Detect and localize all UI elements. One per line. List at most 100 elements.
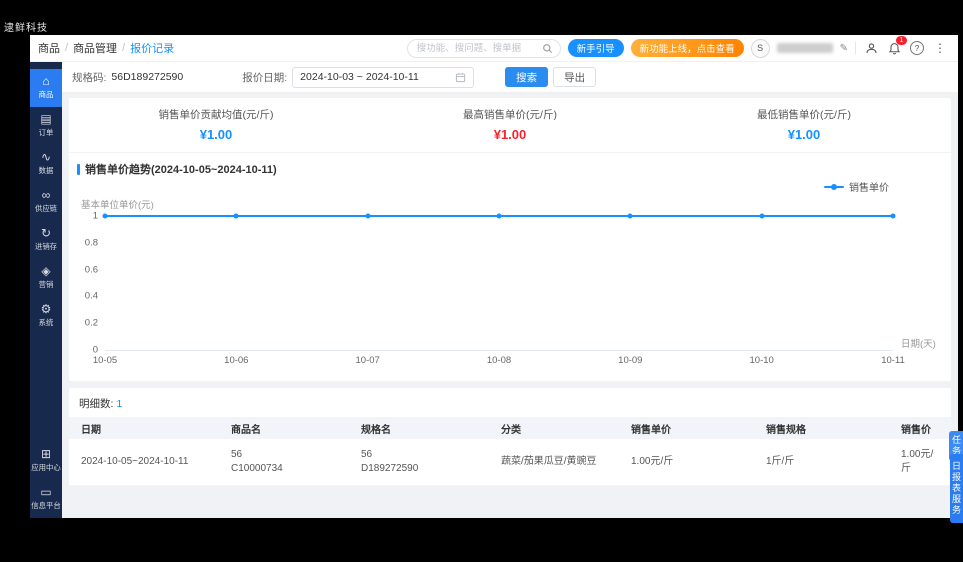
column-header: 日期 — [81, 421, 231, 436]
notification-badge: 1 — [896, 36, 907, 45]
title-accent-bar — [77, 164, 80, 175]
sidebar-item-inventory[interactable]: ↻进销存 — [30, 221, 62, 259]
orders-icon: ▤ — [40, 113, 51, 125]
detail-count-value: 1 — [116, 398, 122, 410]
sidebar-item-data[interactable]: ∿ 数据 — [30, 145, 62, 183]
date-range-input[interactable]: 2024-10-03 ~ 2024-10-11 — [292, 67, 474, 88]
table-cell: 56C10000734 — [231, 448, 361, 477]
table-row[interactable]: 2024-10-05~2024-10-1156C1000073456D18927… — [69, 439, 951, 486]
export-button[interactable]: 导出 — [553, 67, 596, 87]
sidebar-item-label: 进销存 — [35, 241, 57, 251]
data-point[interactable] — [234, 214, 239, 219]
sidebar-item-label: 系统 — [39, 317, 54, 327]
x-tick: 10-09 — [618, 355, 642, 366]
topbar-actions: 新手引导 新功能上线，点击查看 S ✎ 1 ? ⋮ — [407, 39, 948, 58]
promo-button[interactable]: 新功能上线，点击查看 — [631, 39, 744, 57]
filter-bar: 规格码: 56D189272590 报价日期: 2024-10-03 ~ 202… — [62, 62, 958, 93]
calendar-icon — [455, 72, 466, 83]
x-axis-label: 日期(天) — [901, 336, 936, 350]
detail-count-row: 明细数:1 — [69, 388, 951, 417]
table-cell: 1.00元/斤 — [631, 455, 766, 470]
avatar[interactable]: S — [751, 39, 770, 58]
edit-icon[interactable]: ✎ — [840, 43, 848, 54]
marketing-icon: ◈ — [41, 265, 50, 277]
search-button[interactable]: 搜索 — [505, 67, 548, 87]
sidebar-item-system[interactable]: ⚙ 系统 — [30, 297, 62, 335]
divider — [855, 42, 856, 54]
plot-outer: 日期(天) 00.20.40.60.81 10-0510-0610-0710-0… — [105, 216, 893, 369]
column-header: 销售单价 — [631, 421, 766, 436]
app-center-icon: ⊞ — [41, 448, 51, 460]
data-icon: ∿ — [41, 151, 51, 163]
notification-icon[interactable]: 1 — [886, 40, 902, 56]
table-cell: 2024-10-05~2024-10-11 — [81, 455, 231, 470]
sidebar-item-marketing[interactable]: ◈营销 — [30, 259, 62, 297]
sidebar-item-goods[interactable]: ⌂商品 — [30, 69, 62, 107]
table-cell: 1.00元/斤 — [901, 448, 939, 477]
more-icon[interactable]: ⋮ — [932, 40, 948, 56]
plot-area: 日期(天) 00.20.40.60.81 — [105, 216, 893, 351]
column-header: 商品名 — [231, 421, 361, 436]
topbar: 商品 / 商品管理 / 报价记录 新手引导 新功能上线，点击查看 S ✎ 1 — [30, 35, 958, 62]
date-range-value: 2024-10-03 ~ 2024-10-11 — [300, 71, 419, 83]
breadcrumb-item-goods[interactable]: 商品 — [38, 40, 60, 56]
legend-line-icon — [824, 186, 844, 188]
breadcrumb-separator: / — [65, 42, 68, 54]
stat-label: 最低销售单价(元/斤) — [657, 107, 951, 122]
system-icon: ⚙ — [41, 303, 52, 315]
x-tick: 10-10 — [750, 355, 774, 366]
sidebar-item-label: 应用中心 — [31, 462, 60, 472]
stat-label: 最高销售单价(元/斤) — [363, 107, 657, 122]
sidebar-item-orders[interactable]: ▤ 订单 — [30, 107, 62, 145]
spec-code-label: 规格码: — [72, 70, 106, 85]
chart-card: 销售单价贡献均值(元/斤)¥1.00最高销售单价(元/斤)¥1.00最低销售单价… — [69, 98, 951, 381]
search-icon[interactable] — [542, 43, 553, 54]
breadcrumb-item-quote-record: 报价记录 — [130, 40, 174, 56]
breadcrumb-item-goods-manage[interactable]: 商品管理 — [73, 40, 117, 56]
stat-block: 最低销售单价(元/斤)¥1.00 — [657, 107, 951, 142]
username-blurred — [777, 43, 833, 53]
detail-table: 日期商品名规格名分类销售单价销售规格销售价 2024-10-05~2024-10… — [69, 417, 951, 486]
brand-logo: 逮鲜科技 — [4, 19, 48, 34]
x-tick: 10-06 — [224, 355, 248, 366]
sidebar-item-info-platform[interactable]: ▭ 信息平台 — [30, 480, 62, 518]
contacts-icon[interactable] — [863, 40, 879, 56]
sidebar-item-app-center[interactable]: ⊞ 应用中心 — [30, 442, 62, 480]
sidebar-item-label: 数据 — [39, 165, 54, 175]
sidebar-item-supply-chain[interactable]: ∞供应链 — [30, 183, 62, 221]
goods-icon: ⌂ — [42, 75, 49, 87]
search-input[interactable] — [415, 42, 531, 55]
data-point[interactable] — [891, 214, 896, 219]
main-area: 规格码: 56D189272590 报价日期: 2024-10-03 ~ 202… — [62, 62, 958, 518]
chart-legend[interactable]: 销售单价 — [69, 178, 951, 195]
table-body: 2024-10-05~2024-10-1156C1000073456D18927… — [69, 439, 951, 486]
y-tick: 0.8 — [85, 237, 98, 248]
breadcrumb-separator: / — [122, 42, 125, 54]
legend-label: 销售单价 — [849, 179, 889, 194]
data-point[interactable] — [759, 214, 764, 219]
stat-label: 销售单价贡献均值(元/斤) — [69, 107, 363, 122]
sidebar: ⌂商品 ▤ 订单 ∿ 数据 ∞供应链↻进销存◈营销 ⚙ 系统 ⊞ 应用中心 ▭ 信息平台 — [30, 62, 62, 518]
info-platform-icon: ▭ — [40, 486, 51, 498]
global-search[interactable] — [407, 39, 561, 58]
sidebar-item-label: 订单 — [39, 127, 54, 137]
data-point[interactable] — [365, 214, 370, 219]
data-point[interactable] — [103, 214, 108, 219]
x-tick: 10-07 — [356, 355, 380, 366]
table-cell: 1斤/斤 — [766, 455, 901, 470]
y-tick: 1 — [93, 211, 98, 222]
y-tick: 0.4 — [85, 291, 98, 302]
data-point[interactable] — [497, 214, 502, 219]
table-card: 明细数:1 日期商品名规格名分类销售单价销售规格销售价 2024-10-05~2… — [69, 388, 951, 486]
stat-value: ¥1.00 — [69, 127, 363, 142]
sidebar-item-label: 信息平台 — [31, 500, 60, 510]
help-icon[interactable]: ? — [909, 40, 925, 56]
daily-report-button[interactable]: 日报表服务 — [950, 454, 963, 523]
chart-title-row: 销售单价趋势(2024-10-05~2024-10-11) — [69, 153, 951, 178]
guide-button[interactable]: 新手引导 — [568, 39, 624, 57]
x-tick: 10-05 — [93, 355, 117, 366]
y-tick: 0.2 — [85, 318, 98, 329]
data-point[interactable] — [628, 214, 633, 219]
breadcrumb: 商品 / 商品管理 / 报价记录 — [38, 40, 174, 56]
column-header: 规格名 — [361, 421, 501, 436]
